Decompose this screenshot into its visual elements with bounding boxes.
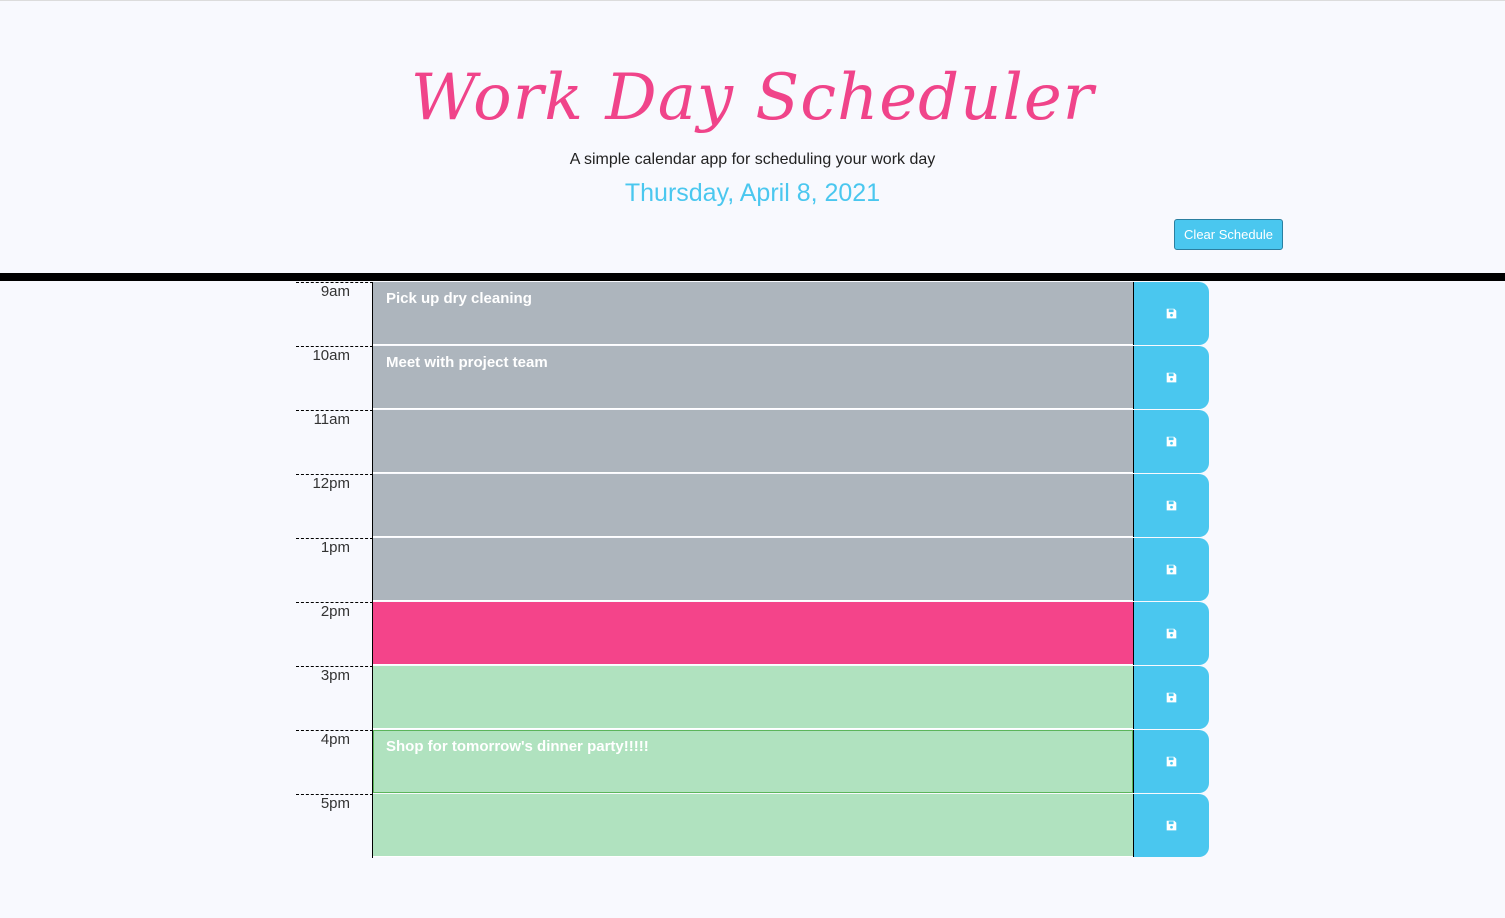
description-textarea[interactable]: Shop for tomorrow's dinner party!!!!!	[373, 730, 1133, 793]
description-textarea[interactable]: Meet with project team	[373, 346, 1133, 409]
save-icon	[1166, 500, 1177, 511]
hour-label: 2pm	[296, 602, 373, 666]
schedule: 9am Pick up dry cleaning 10am Meet with …	[296, 282, 1210, 858]
description-textarea[interactable]	[373, 410, 1133, 473]
hour-label: 4pm	[296, 730, 373, 794]
description-textarea[interactable]	[373, 474, 1133, 537]
save-button[interactable]	[1133, 410, 1209, 473]
hour-label: 9am	[296, 282, 373, 346]
time-block-11am: 11am	[296, 410, 1210, 474]
save-icon	[1166, 564, 1177, 575]
save-button[interactable]	[1133, 602, 1209, 665]
time-block-5pm: 5pm	[296, 794, 1210, 858]
header: Work Day Scheduler A simple calendar app…	[0, 1, 1505, 273]
header-divider	[0, 273, 1505, 281]
save-button[interactable]	[1133, 282, 1209, 345]
time-block-4pm: 4pm Shop for tomorrow's dinner party!!!!…	[296, 730, 1210, 794]
hour-label: 11am	[296, 410, 373, 474]
app-subtitle: A simple calendar app for scheduling you…	[569, 151, 936, 168]
current-date: Thursday, April 8, 2021	[624, 179, 881, 207]
hour-label: 3pm	[296, 666, 373, 730]
save-button[interactable]	[1133, 666, 1209, 729]
description-textarea[interactable]	[373, 666, 1133, 729]
save-button[interactable]	[1133, 474, 1209, 537]
hour-label: 12pm	[296, 474, 373, 538]
save-icon	[1166, 436, 1177, 447]
description-textarea[interactable]	[373, 602, 1133, 665]
description-textarea[interactable]	[373, 794, 1133, 857]
save-button[interactable]	[1133, 346, 1209, 409]
save-icon	[1166, 628, 1177, 639]
time-block-12pm: 12pm	[296, 474, 1210, 538]
save-icon	[1166, 692, 1177, 703]
time-block-1pm: 1pm	[296, 538, 1210, 602]
save-icon	[1166, 308, 1177, 319]
save-icon	[1166, 372, 1177, 383]
description-textarea[interactable]	[373, 538, 1133, 601]
hour-label: 1pm	[296, 538, 373, 602]
save-icon	[1166, 820, 1177, 831]
save-icon	[1166, 756, 1177, 767]
time-block-3pm: 3pm	[296, 666, 1210, 730]
time-block-2pm: 2pm	[296, 602, 1210, 666]
save-button[interactable]	[1133, 730, 1209, 793]
hour-label: 10am	[296, 346, 373, 410]
save-button[interactable]	[1133, 794, 1209, 857]
clear-schedule-button[interactable]: Clear Schedule	[1174, 219, 1283, 250]
time-block-9am: 9am Pick up dry cleaning	[296, 282, 1210, 346]
save-button[interactable]	[1133, 538, 1209, 601]
time-block-10am: 10am Meet with project team	[296, 346, 1210, 410]
hour-label: 5pm	[296, 794, 373, 858]
description-textarea[interactable]: Pick up dry cleaning	[373, 282, 1133, 345]
app-title: Work Day Scheduler	[410, 61, 1095, 135]
